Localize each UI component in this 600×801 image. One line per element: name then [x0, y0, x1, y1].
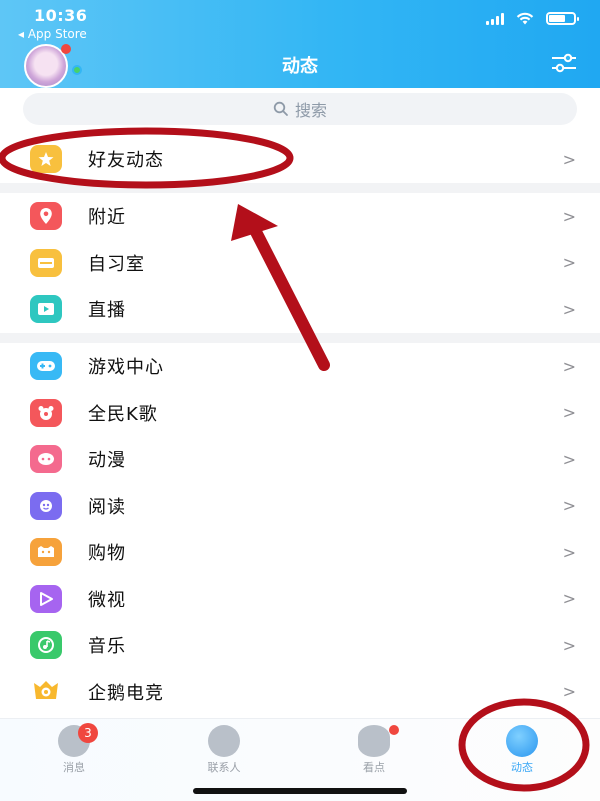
list-item-game-center[interactable]: 游戏中心 > [0, 343, 600, 390]
tab-label: 看点 [363, 761, 385, 774]
list-item-label: 自习室 [88, 253, 145, 275]
chevron-right-icon: > [562, 253, 576, 273]
list-item-label: 动漫 [88, 450, 126, 472]
list-item-shopping[interactable]: 购物 > [0, 529, 600, 576]
weishi-icon [30, 584, 62, 613]
chevron-right-icon: > [562, 356, 576, 376]
list-item-label: 阅读 [88, 496, 126, 518]
search-placeholder: 搜索 [294, 101, 327, 120]
tab-label: 动态 [511, 761, 533, 774]
eye-icon [358, 725, 390, 757]
list-item-label: 音乐 [88, 636, 126, 658]
chevron-right-icon: > [562, 149, 576, 169]
settings-sliders-icon[interactable] [550, 52, 578, 74]
music-icon [30, 631, 62, 660]
list-item-esports[interactable]: 企鹅电竞 > [0, 669, 600, 716]
chevron-right-icon: > [562, 682, 576, 702]
home-indicator [193, 788, 407, 794]
gamepad-icon [30, 352, 62, 381]
list-item-label: 附近 [88, 207, 126, 229]
list-item-label: 全民K歌 [88, 403, 158, 425]
list-item-live[interactable]: 直播 > [0, 286, 600, 333]
planet-star-icon [506, 725, 538, 757]
search-input[interactable]: 搜索 [23, 93, 577, 125]
list-item-karaoke[interactable]: 全民K歌 > [0, 390, 600, 437]
list-item-label: 企鹅电竞 [88, 682, 164, 704]
section-services: 游戏中心 > 全民K歌 > 动漫 > 阅读 > 购物 > 微视 > 音乐 > 企… [0, 343, 600, 715]
list-item-reading[interactable]: 阅读 > [0, 483, 600, 530]
tab-label: 联系人 [207, 761, 241, 774]
list-item-study-room[interactable]: 自习室 > [0, 240, 600, 287]
location-pin-icon [30, 202, 62, 231]
chevron-right-icon: > [562, 206, 576, 226]
page-title: 动态 [282, 56, 318, 77]
karaoke-icon [30, 398, 62, 427]
chevron-right-icon: > [562, 635, 576, 655]
unread-badge: 3 [78, 723, 98, 743]
notification-dot [389, 725, 399, 735]
wifi-icon [516, 12, 534, 25]
live-stream-icon [30, 295, 62, 324]
friends-star-icon [30, 145, 62, 174]
reading-icon [30, 491, 62, 520]
anime-icon [30, 445, 62, 474]
list-item-label: 直播 [88, 300, 126, 322]
list-item-friends-feed[interactable]: 好友动态 > [0, 136, 600, 183]
battery-icon [546, 12, 579, 25]
section-discover: 附近 > 自习室 > 直播 > [0, 193, 600, 333]
header: 10:36 ◂ App Store 动态 [0, 0, 600, 88]
chevron-right-icon: > [562, 403, 576, 423]
status-icons [486, 12, 579, 25]
list-item-label: 微视 [88, 589, 126, 611]
back-to-app-link[interactable]: ◂ App Store [18, 27, 87, 41]
list-item-label: 购物 [88, 543, 126, 565]
tab-label: 消息 [63, 761, 85, 774]
list-item-weishi[interactable]: 微视 > [0, 576, 600, 623]
list-item-label: 游戏中心 [88, 357, 164, 379]
tab-messages[interactable]: 3 消息 [34, 723, 114, 775]
esports-icon [30, 678, 62, 706]
tab-kandian[interactable]: 看点 [334, 725, 414, 775]
section-friends: 好友动态 > [0, 136, 600, 183]
search-area: 搜索 [0, 88, 600, 138]
chevron-right-icon: > [562, 496, 576, 516]
list-item-nearby[interactable]: 附近 > [0, 193, 600, 240]
search-icon [273, 101, 288, 116]
chevron-right-icon: > [562, 589, 576, 609]
chevron-right-icon: > [562, 449, 576, 469]
status-time: 10:36 [34, 6, 88, 25]
list-item-label: 好友动态 [88, 150, 164, 172]
section-divider [0, 332, 600, 344]
section-divider [0, 182, 600, 194]
list-item-anime[interactable]: 动漫 > [0, 436, 600, 483]
tab-contacts[interactable]: 联系人 [184, 725, 264, 775]
chevron-right-icon: > [562, 299, 576, 319]
study-room-icon [30, 248, 62, 277]
contacts-icon [208, 725, 240, 757]
shopping-icon [30, 538, 62, 567]
tab-dynamic[interactable]: 动态 [482, 725, 562, 775]
signal-icon [486, 12, 504, 25]
chevron-right-icon: > [562, 542, 576, 562]
list-item-music[interactable]: 音乐 > [0, 622, 600, 669]
